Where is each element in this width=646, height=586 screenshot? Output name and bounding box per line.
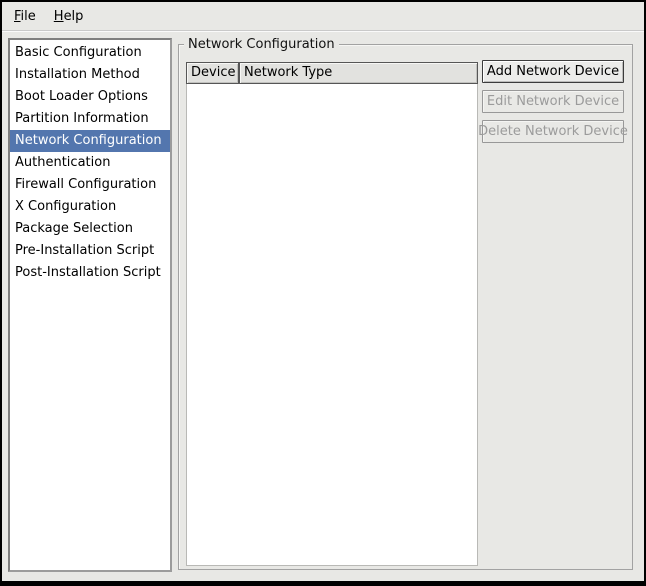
menu-help[interactable]: Help bbox=[45, 5, 93, 28]
table-body-empty bbox=[186, 84, 478, 566]
kickstart-configurator-window: File Help Basic Configuration Installati… bbox=[0, 0, 646, 586]
sidebar-item-boot-loader-options[interactable]: Boot Loader Options bbox=[10, 86, 170, 108]
table-header-row: Device Network Type bbox=[186, 62, 478, 84]
column-header-device[interactable]: Device bbox=[186, 62, 239, 84]
frame-title: Network Configuration bbox=[184, 36, 339, 53]
section-list: Basic Configuration Installation Method … bbox=[8, 38, 172, 572]
network-device-table: Device Network Type bbox=[186, 62, 478, 566]
sidebar-item-basic-configuration[interactable]: Basic Configuration bbox=[10, 42, 170, 64]
sidebar-item-network-configuration[interactable]: Network Configuration bbox=[10, 130, 170, 152]
edit-network-device-button[interactable]: Edit Network Device bbox=[482, 90, 624, 113]
add-network-device-button[interactable]: Add Network Device bbox=[482, 60, 624, 83]
menu-bar: File Help bbox=[2, 2, 644, 31]
sidebar-item-x-configuration[interactable]: X Configuration bbox=[10, 196, 170, 218]
sidebar-item-partition-information[interactable]: Partition Information bbox=[10, 108, 170, 130]
sidebar-item-post-installation-script[interactable]: Post-Installation Script bbox=[10, 262, 170, 284]
sidebar-item-authentication[interactable]: Authentication bbox=[10, 152, 170, 174]
sidebar-item-pre-installation-script[interactable]: Pre-Installation Script bbox=[10, 240, 170, 262]
menu-file[interactable]: File bbox=[5, 5, 45, 28]
sidebar-item-firewall-configuration[interactable]: Firewall Configuration bbox=[10, 174, 170, 196]
column-header-network-type[interactable]: Network Type bbox=[239, 62, 478, 84]
sidebar-item-package-selection[interactable]: Package Selection bbox=[10, 218, 170, 240]
delete-network-device-button[interactable]: Delete Network Device bbox=[482, 120, 624, 143]
sidebar-item-installation-method[interactable]: Installation Method bbox=[10, 64, 170, 86]
